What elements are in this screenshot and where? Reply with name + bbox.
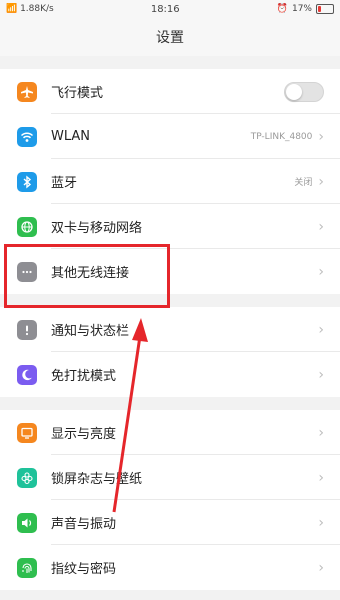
settings-item-label: WLAN	[51, 129, 91, 144]
more-dots-icon	[17, 261, 37, 282]
settings-item-label: 显示与亮度	[51, 427, 117, 442]
chevron-right-icon: ›	[318, 424, 324, 441]
settings-group: 通知与状态栏 › 免打扰模式 ›	[0, 307, 340, 397]
chevron-right-icon: ›	[318, 263, 324, 280]
settings-item-sound[interactable]: 声音与振动 ›	[0, 500, 340, 545]
chevron-right-icon: ›	[318, 366, 324, 383]
status-bar: 📶 1.88K/s 18:16 ⏰ 17%	[0, 0, 340, 18]
toggle-knob	[286, 83, 302, 100]
chevron-right-icon: ›	[318, 218, 324, 235]
page-title: 设置	[156, 30, 184, 46]
settings-item-label: 指纹与密码	[51, 562, 117, 577]
settings-item-label: 蓝牙	[51, 176, 78, 191]
exclamation-icon	[17, 319, 37, 340]
settings-item-notifications[interactable]: 通知与状态栏 ›	[0, 307, 340, 352]
settings-group: 飞行模式 WLAN TP-LINK_4800 › 蓝牙 关闭 › 双卡与移动网络 › 其他无线连接…	[0, 69, 340, 294]
settings-item-fingerprint[interactable]: 指纹与密码 ›	[0, 545, 340, 590]
globe-icon	[17, 216, 37, 237]
settings-item-label: 免打扰模式	[51, 369, 117, 384]
signal-network-text: 📶 1.88K/s	[6, 4, 54, 14]
wifi-icon	[17, 126, 37, 147]
settings-item-wlan[interactable]: WLAN TP-LINK_4800 ›	[0, 114, 340, 159]
speaker-icon	[17, 512, 37, 533]
settings-item-dual-sim[interactable]: 双卡与移动网络 ›	[0, 204, 340, 249]
battery-icon	[315, 4, 334, 14]
settings-item-value: TP-LINK_4800	[250, 131, 313, 142]
fingerprint-icon	[17, 557, 37, 578]
chevron-right-icon: ›	[318, 173, 324, 190]
settings-item-bluetooth[interactable]: 蓝牙 关闭 ›	[0, 159, 340, 204]
settings-item-value: 关闭	[294, 178, 313, 188]
settings-item-airplane[interactable]: 飞行模式	[0, 69, 340, 114]
settings-item-lockscreen[interactable]: 锁屏杂志与壁纸 ›	[0, 455, 340, 500]
settings-item-label: 锁屏杂志与壁纸	[51, 472, 143, 487]
chevron-right-icon: ›	[318, 514, 324, 531]
moon-icon	[17, 364, 37, 385]
bluetooth-icon	[17, 171, 37, 192]
settings-item-display[interactable]: 显示与亮度 ›	[0, 410, 340, 455]
battery-percent: 17%	[291, 4, 312, 14]
alarm-icon: ⏰	[276, 4, 288, 14]
settings-item-label: 双卡与移动网络	[51, 221, 143, 236]
settings-item-label: 声音与振动	[51, 517, 117, 532]
flower-icon	[17, 467, 37, 488]
settings-group: 显示与亮度 › 锁屏杂志与壁纸 › 声音与振动 › 指纹与密码 ›	[0, 410, 340, 590]
chevron-right-icon: ›	[318, 321, 324, 338]
settings-item-label: 飞行模式	[51, 86, 104, 101]
settings-item-label: 其他无线连接	[51, 266, 130, 281]
display-icon	[17, 422, 37, 443]
page-title-bar: 设置	[0, 18, 340, 56]
chevron-right-icon: ›	[318, 559, 324, 576]
settings-item-label: 通知与状态栏	[51, 324, 130, 339]
airplane-icon	[17, 81, 37, 102]
settings-item-other-wireless[interactable]: 其他无线连接 ›	[0, 249, 340, 294]
airplane-mode-toggle[interactable]	[284, 81, 324, 102]
settings-item-do-not-disturb[interactable]: 免打扰模式 ›	[0, 352, 340, 397]
chevron-right-icon: ›	[318, 469, 324, 486]
chevron-right-icon: ›	[318, 128, 324, 145]
status-time: 18:16	[150, 3, 180, 15]
